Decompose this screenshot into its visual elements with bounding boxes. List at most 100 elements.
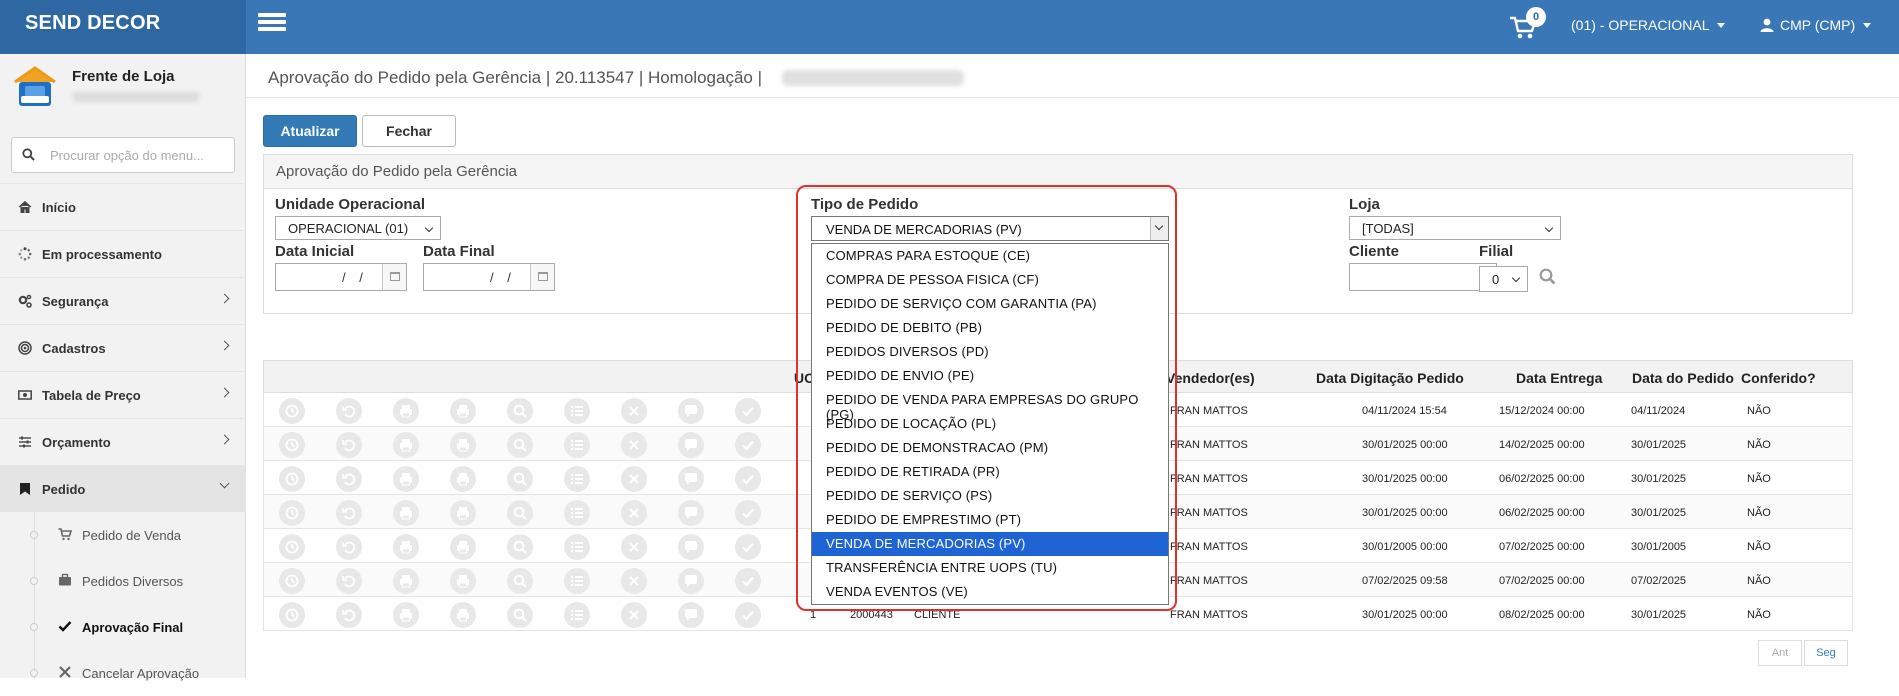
dropdown-option[interactable]: VENDA DE MERCADORIAS (PV)	[812, 532, 1168, 556]
close-action-button[interactable]	[621, 602, 647, 628]
dropdown-option[interactable]: PEDIDO DE ENVIO (PE)	[812, 364, 1168, 388]
dropdown-option[interactable]: VENDA EVENTOS (VE)	[812, 580, 1168, 604]
print-alt-action-button[interactable]	[450, 602, 476, 628]
dropdown-option[interactable]: PEDIDO DE EMPRESTIMO (PT)	[812, 508, 1168, 532]
history-action-button[interactable]	[279, 466, 305, 492]
comment-action-button[interactable]	[678, 534, 704, 560]
loja-select[interactable]: [TODAS]	[1349, 216, 1561, 240]
pagination-next[interactable]: Seg	[1804, 640, 1848, 666]
list-action-button[interactable]	[564, 398, 590, 424]
history-action-button[interactable]	[279, 534, 305, 560]
check-action-button[interactable]	[735, 466, 761, 492]
calendar-button[interactable]	[382, 264, 406, 290]
data-inicial-field[interactable]: / /	[275, 263, 407, 291]
search-action-button[interactable]	[507, 432, 533, 458]
list-action-button[interactable]	[564, 534, 590, 560]
dropdown-option[interactable]: COMPRA DE PESSOA FISICA (CF)	[812, 268, 1168, 292]
dropdown-option[interactable]: TRANSFERÊNCIA ENTRE UOPS (TU)	[812, 556, 1168, 580]
dropdown-option[interactable]: PEDIDO DE VENDA PARA EMPRESAS DO GRUPO (…	[812, 388, 1168, 422]
close-action-button[interactable]	[621, 500, 647, 526]
print-action-button[interactable]	[393, 602, 419, 628]
sidebar-item-pedido[interactable]: Pedido	[0, 465, 246, 512]
search-action-button[interactable]	[507, 534, 533, 560]
print-action-button[interactable]	[393, 398, 419, 424]
search-action-button[interactable]	[507, 500, 533, 526]
dropdown-option[interactable]: PEDIDO DE SERVIÇO (PS)	[812, 484, 1168, 508]
close-action-button[interactable]	[621, 398, 647, 424]
sidebar-item-cadastros[interactable]: Cadastros	[0, 324, 246, 371]
dropdown-option[interactable]: PEDIDOS DIVERSOS (PD)	[812, 340, 1168, 364]
history-action-button[interactable]	[279, 500, 305, 526]
sidebar-subitem-pedidos-diversos[interactable]: Pedidos Diversos	[0, 558, 246, 604]
dropdown-option[interactable]: PEDIDO DE LOCAÇÃO (PL)	[812, 412, 1168, 436]
undo-action-button[interactable]	[336, 500, 362, 526]
print-action-button[interactable]	[393, 466, 419, 492]
cliente-field[interactable]: 0	[1349, 263, 1497, 291]
print-action-button[interactable]	[393, 534, 419, 560]
close-action-button[interactable]	[621, 534, 647, 560]
comment-action-button[interactable]	[678, 432, 704, 458]
close-action-button[interactable]	[621, 568, 647, 594]
list-action-button[interactable]	[564, 568, 590, 594]
user-menu[interactable]: CMP (CMP)	[1760, 17, 1872, 33]
print-alt-action-button[interactable]	[450, 432, 476, 458]
undo-action-button[interactable]	[336, 534, 362, 560]
dropdown-toggle[interactable]	[1150, 217, 1168, 240]
calendar-button[interactable]	[530, 264, 554, 290]
filial-select[interactable]: 0	[1479, 266, 1528, 292]
list-action-button[interactable]	[564, 602, 590, 628]
sidebar-item-em-processamento[interactable]: Em processamento	[0, 230, 246, 277]
check-action-button[interactable]	[735, 500, 761, 526]
history-action-button[interactable]	[279, 568, 305, 594]
dropdown-option[interactable]: PEDIDO DE DEMONSTRACAO (PM)	[812, 436, 1168, 460]
history-action-button[interactable]	[279, 398, 305, 424]
comment-action-button[interactable]	[678, 568, 704, 594]
list-action-button[interactable]	[564, 500, 590, 526]
close-action-button[interactable]	[621, 466, 647, 492]
undo-action-button[interactable]	[336, 432, 362, 458]
sidebar-item-seguranca[interactable]: Segurança	[0, 277, 246, 324]
tipo-pedido-select[interactable]: VENDA DE MERCADORIAS (PV)	[811, 216, 1169, 241]
print-alt-action-button[interactable]	[450, 398, 476, 424]
undo-action-button[interactable]	[336, 398, 362, 424]
pagination-prev[interactable]: Ant	[1758, 640, 1802, 666]
sidebar-item-orcamento[interactable]: Orçamento	[0, 418, 246, 465]
comment-action-button[interactable]	[678, 466, 704, 492]
list-action-button[interactable]	[564, 432, 590, 458]
undo-action-button[interactable]	[336, 602, 362, 628]
data-final-field[interactable]: / /	[423, 263, 555, 291]
print-alt-action-button[interactable]	[450, 568, 476, 594]
dropdown-option[interactable]: COMPRAS PARA ESTOQUE (CE)	[812, 244, 1168, 268]
search-icon[interactable]	[1539, 268, 1556, 285]
check-action-button[interactable]	[735, 534, 761, 560]
print-alt-action-button[interactable]	[450, 500, 476, 526]
print-alt-action-button[interactable]	[450, 466, 476, 492]
check-action-button[interactable]	[735, 568, 761, 594]
sidebar-subitem-cancelar-aprovacao[interactable]: Cancelar Aprovação	[0, 650, 246, 696]
dropdown-option[interactable]: PEDIDO DE DEBITO (PB)	[812, 316, 1168, 340]
search-action-button[interactable]	[507, 466, 533, 492]
refresh-button[interactable]: Atualizar	[263, 115, 357, 147]
dropdown-option[interactable]: PEDIDO DE RETIRADA (PR)	[812, 460, 1168, 484]
sidebar-item-tabela-de-preco[interactable]: Tabela de Preço	[0, 371, 246, 418]
print-alt-action-button[interactable]	[450, 534, 476, 560]
history-action-button[interactable]	[279, 602, 305, 628]
undo-action-button[interactable]	[336, 466, 362, 492]
check-action-button[interactable]	[735, 432, 761, 458]
sidebar-subitem-pedido-de-venda[interactable]: Pedido de Venda	[0, 512, 246, 558]
list-action-button[interactable]	[564, 466, 590, 492]
sidebar-subitem-aprovacao-final[interactable]: Aprovação Final	[0, 604, 246, 650]
check-action-button[interactable]	[735, 602, 761, 628]
close-action-button[interactable]	[621, 432, 647, 458]
search-action-button[interactable]	[507, 398, 533, 424]
close-button[interactable]: Fechar	[362, 115, 456, 147]
history-action-button[interactable]	[279, 432, 305, 458]
search-action-button[interactable]	[507, 602, 533, 628]
comment-action-button[interactable]	[678, 500, 704, 526]
dropdown-option[interactable]: PEDIDO DE SERVIÇO COM GARANTIA (PA)	[812, 292, 1168, 316]
unit-menu[interactable]: (01) - OPERACIONAL	[1571, 17, 1726, 33]
comment-action-button[interactable]	[678, 398, 704, 424]
comment-action-button[interactable]	[678, 602, 704, 628]
brand-logo[interactable]: SEND DECOR	[0, 0, 246, 54]
print-action-button[interactable]	[393, 568, 419, 594]
